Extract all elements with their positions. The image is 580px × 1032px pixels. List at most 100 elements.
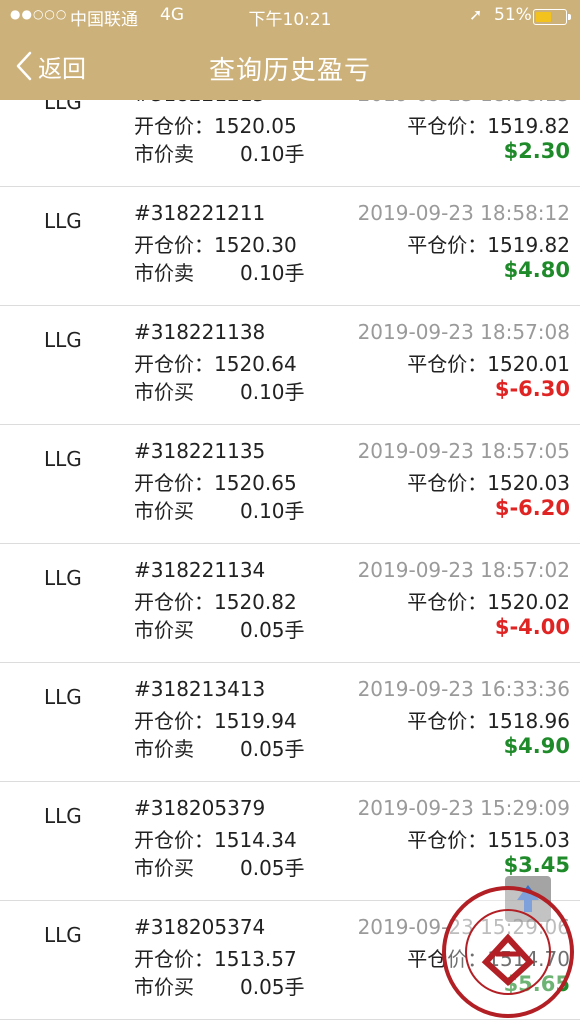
open-price-value: 1514.34	[214, 828, 297, 852]
order-side: 市价买	[134, 499, 194, 523]
open-price-label: 开仓价：	[134, 590, 214, 614]
open-price-value: 1520.82	[214, 590, 297, 614]
battery-icon	[533, 9, 571, 25]
clock: 下午10:21	[248, 10, 332, 30]
profit-loss: $2.30	[503, 139, 570, 163]
close-datetime: 2019-09-23 18:58:12	[357, 201, 570, 225]
open-price: 开仓价：1514.34	[134, 824, 297, 853]
order-side: 市价卖	[134, 737, 194, 761]
order-side: 市价买	[134, 618, 194, 642]
order-id: #318221138	[134, 320, 266, 344]
profit-loss: $4.80	[503, 258, 570, 282]
page-title: 查询历史盈亏	[208, 56, 371, 86]
symbol: LLG	[44, 804, 82, 828]
symbol: LLG	[44, 923, 82, 947]
open-price-value: 1520.05	[214, 114, 297, 138]
profit-loss: $3.45	[503, 853, 570, 877]
profit-loss: $4.90	[503, 734, 570, 758]
order-side: 市价卖	[134, 261, 194, 285]
open-price-label: 开仓价：	[134, 114, 214, 138]
open-price-label: 开仓价：	[134, 471, 214, 495]
open-price-label: 开仓价：	[134, 233, 214, 257]
history-row[interactable]: LLG #318213413 开仓价：1519.94 市价卖 0.05手 201…	[0, 663, 580, 782]
open-price: 开仓价：1520.64	[134, 348, 297, 377]
order-id: #318221134	[134, 558, 266, 582]
close-price: 平仓价：1520.03	[407, 467, 570, 496]
open-price: 开仓价：1520.30	[134, 229, 297, 258]
symbol: LLG	[44, 328, 82, 352]
history-row[interactable]: LLG #318221211 开仓价：1520.30 市价卖 0.10手 201…	[0, 187, 580, 306]
close-price-value: 1518.96	[487, 709, 570, 733]
lot-size: 0.05手	[240, 856, 305, 880]
lot-size: 0.05手	[240, 618, 305, 642]
close-price: 平仓价：1520.01	[407, 348, 570, 377]
close-datetime: 2019-09-23 18:57:05	[357, 439, 570, 463]
open-price-label: 开仓价：	[134, 947, 214, 971]
symbol: LLG	[44, 447, 82, 471]
close-price-label: 平仓价：	[407, 114, 488, 138]
open-price-label: 开仓价：	[134, 828, 214, 852]
lot-size: 0.10手	[240, 499, 305, 523]
location-icon: ➚	[469, 5, 483, 24]
order-id: #318221211	[134, 201, 266, 225]
open-price: 开仓价：1520.65	[134, 467, 297, 496]
close-price-value: 1515.03	[487, 828, 570, 852]
symbol: LLG	[44, 566, 82, 590]
open-price-value: 1520.30	[214, 233, 297, 257]
order-id: #318205379	[134, 796, 266, 820]
lot-size: 0.10手	[240, 261, 305, 285]
close-price-value: 1519.82	[487, 233, 570, 257]
lot-size: 0.10手	[240, 380, 305, 404]
history-list[interactable]: LLG #318221213 开仓价：1520.05 市价卖 0.10手 201…	[0, 68, 580, 1020]
close-price-label: 平仓价：	[407, 233, 488, 257]
status-bar: ●●○○○ 中国联通 4G 下午10:21 ➚ 51%	[0, 0, 580, 32]
open-price-value: 1520.64	[214, 352, 297, 376]
close-price-label: 平仓价：	[407, 471, 488, 495]
close-price-value: 1520.03	[487, 471, 570, 495]
open-price: 开仓价：1513.57	[134, 943, 297, 972]
close-price: 平仓价：1514.70	[407, 943, 570, 972]
close-price: 平仓价：1519.82	[407, 110, 570, 139]
profit-loss: $-6.30	[494, 377, 570, 401]
open-price-label: 开仓价：	[134, 352, 214, 376]
close-datetime: 2019-09-23 18:57:08	[357, 320, 570, 344]
open-price-value: 1520.65	[214, 471, 297, 495]
page: LLG #318221213 开仓价：1520.05 市价卖 0.10手 201…	[0, 0, 580, 1032]
close-datetime: 2019-09-23 16:33:36	[357, 677, 570, 701]
open-price-value: 1513.57	[214, 947, 297, 971]
open-price: 开仓价：1520.05	[134, 110, 297, 139]
header: ●●○○○ 中国联通 4G 下午10:21 ➚ 51% 返回 查询历史盈亏	[0, 0, 580, 100]
close-price-label: 平仓价：	[407, 709, 488, 733]
arrow-up-icon	[517, 885, 539, 912]
close-price-value: 1520.01	[487, 352, 570, 376]
history-row[interactable]: LLG #318221134 开仓价：1520.82 市价买 0.05手 201…	[0, 544, 580, 663]
history-row[interactable]: LLG #318221138 开仓价：1520.64 市价买 0.10手 201…	[0, 306, 580, 425]
order-id: #318221135	[134, 439, 266, 463]
close-price-label: 平仓价：	[407, 590, 488, 614]
close-price-value: 1514.70	[487, 947, 570, 971]
close-price: 平仓价：1518.96	[407, 705, 570, 734]
order-side: 市价卖	[134, 142, 194, 166]
open-price-label: 开仓价：	[134, 709, 214, 733]
profit-loss: $-4.00	[494, 615, 570, 639]
scroll-top-button[interactable]	[505, 876, 551, 922]
close-price: 平仓价：1519.82	[407, 229, 570, 258]
symbol: LLG	[44, 685, 82, 709]
order-side: 市价买	[134, 856, 194, 880]
order-id: #318213413	[134, 677, 266, 701]
lot-size: 0.10手	[240, 142, 305, 166]
history-row[interactable]: LLG #318205379 开仓价：1514.34 市价买 0.05手 201…	[0, 782, 580, 901]
close-price-value: 1520.02	[487, 590, 570, 614]
close-price: 平仓价：1515.03	[407, 824, 570, 853]
profit-loss: $-6.20	[494, 496, 570, 520]
close-datetime: 2019-09-23 18:57:02	[357, 558, 570, 582]
history-row[interactable]: LLG #318205374 开仓价：1513.57 市价买 0.05手 201…	[0, 901, 580, 1020]
history-row[interactable]: LLG #318221135 开仓价：1520.65 市价买 0.10手 201…	[0, 425, 580, 544]
profit-loss: $5.65	[503, 972, 570, 996]
close-price-label: 平仓价：	[407, 828, 488, 852]
battery-percent: 51%	[494, 5, 532, 25]
nav-bar: 返回 查询历史盈亏	[0, 32, 580, 100]
lot-size: 0.05手	[240, 975, 305, 999]
open-price: 开仓价：1519.94	[134, 705, 297, 734]
close-price-value: 1519.82	[487, 114, 570, 138]
